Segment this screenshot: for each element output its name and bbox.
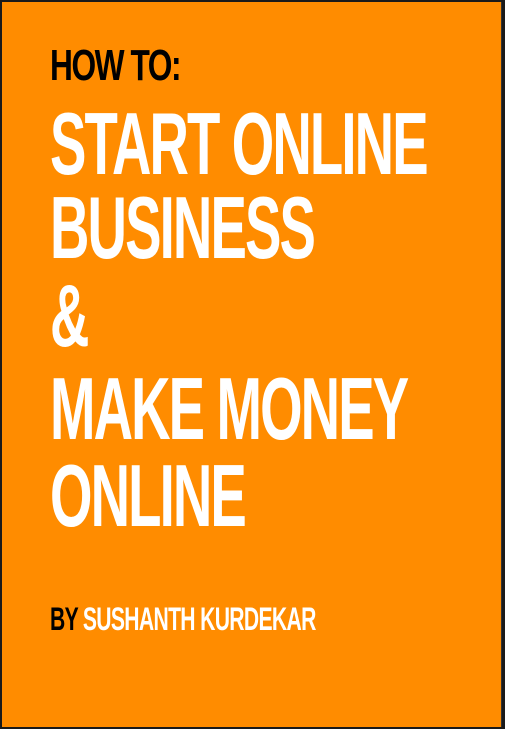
title-line-3: & [50, 266, 89, 365]
book-cover-page: HOW TO: START ONLINE BUSINESS & MAKE MON… [2, 2, 502, 727]
title-line-2: BUSINESS [50, 178, 316, 277]
byline: BY SUSHANTH KURDEKAR [50, 602, 316, 636]
kicker-how-to: HOW TO: [50, 41, 182, 90]
title-line-1: START ONLINE [50, 94, 429, 193]
title-line-4: MAKE MONEY [50, 359, 409, 458]
byline-prefix: BY [50, 601, 78, 637]
title-line-5: ONLINE [50, 446, 247, 545]
author-name: SUSHANTH KURDEKAR [82, 601, 316, 637]
